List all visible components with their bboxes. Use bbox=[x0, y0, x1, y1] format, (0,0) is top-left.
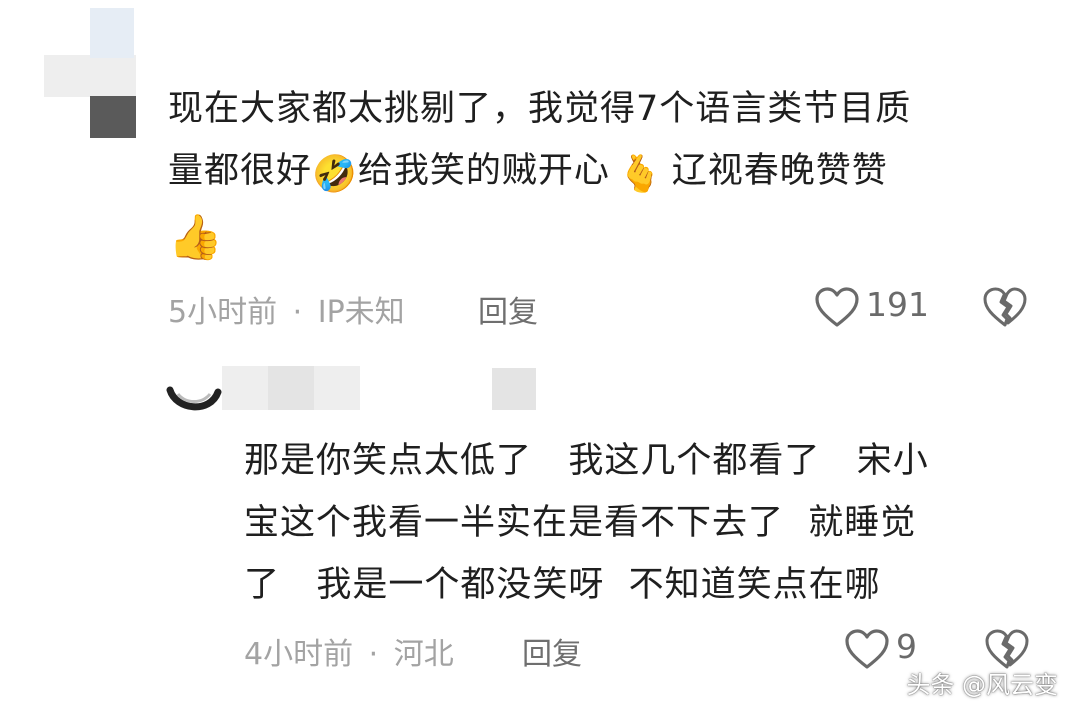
avatar[interactable] bbox=[166, 384, 222, 424]
meta-separator: · bbox=[368, 637, 379, 672]
username-blurred bbox=[268, 366, 314, 410]
comment-line: 了 我是一个都没笑呀 不知道笑点在哪 bbox=[244, 565, 881, 605]
comment-line: 宝这个我看一半实在是看不下去了 就睡觉 bbox=[244, 503, 917, 543]
comment-meta: 4小时前 · 河北 bbox=[244, 629, 454, 673]
comment-line: 量都很好🤣给我笑的贼开心 🫰 辽视春晚赞赞 bbox=[168, 140, 1048, 206]
reply-body: 那是你笑点太低了 我这几个都看了 宋小 宝这个我看一半实在是看不下去了 就睡觉 … bbox=[244, 430, 1044, 616]
finger-heart-emoji-icon: 🫰 bbox=[617, 154, 664, 195]
comment-line: 那是你笑点太低了 我这几个都看了 宋小 bbox=[244, 441, 929, 481]
meta-separator: · bbox=[292, 295, 303, 330]
comment-text-segment: 量都很好 bbox=[168, 151, 313, 191]
ip-location: 河北 bbox=[393, 637, 454, 672]
ip-location: IP未知 bbox=[317, 295, 405, 330]
timestamp: 4小时前 bbox=[244, 637, 354, 672]
comment-line: 👍 bbox=[168, 206, 1048, 269]
comment-text-segment: 辽视春晚赞赞 bbox=[671, 151, 888, 191]
like-count: 191 bbox=[866, 285, 929, 324]
avatar-blurred-part bbox=[90, 8, 134, 58]
comment-line: 现在大家都太挑剔了，我觉得7个语言类节目质 bbox=[168, 89, 912, 129]
dislike-broken-heart-icon[interactable] bbox=[984, 628, 1030, 670]
like-heart-icon[interactable] bbox=[844, 628, 890, 670]
comment-meta: 5小时前 · IP未知 bbox=[168, 287, 405, 331]
watermark: 头条 @风云变 bbox=[906, 671, 1058, 699]
reply-button[interactable]: 回复 bbox=[522, 629, 582, 673]
username-blurred[interactable] bbox=[222, 366, 268, 410]
like-heart-icon[interactable] bbox=[814, 286, 860, 328]
thumbs-up-emoji-icon: 👍 bbox=[168, 212, 224, 263]
timestamp: 5小时前 bbox=[168, 295, 278, 330]
dislike-broken-heart-icon[interactable] bbox=[982, 286, 1028, 328]
avatar-blurred-part bbox=[90, 96, 136, 138]
rolling-laughing-emoji-icon: 🤣 bbox=[312, 154, 358, 195]
username-blurred bbox=[314, 366, 360, 410]
avatar-blurred[interactable] bbox=[44, 55, 136, 97]
comment-text-segment: 给我笑的贼开心 bbox=[357, 151, 610, 191]
comment-body: 现在大家都太挑剔了，我觉得7个语言类节目质 量都很好🤣给我笑的贼开心 🫰 辽视春晚赞… bbox=[168, 78, 1048, 269]
username-blurred bbox=[492, 368, 536, 410]
like-count: 9 bbox=[896, 627, 917, 666]
reply-button[interactable]: 回复 bbox=[478, 287, 538, 331]
